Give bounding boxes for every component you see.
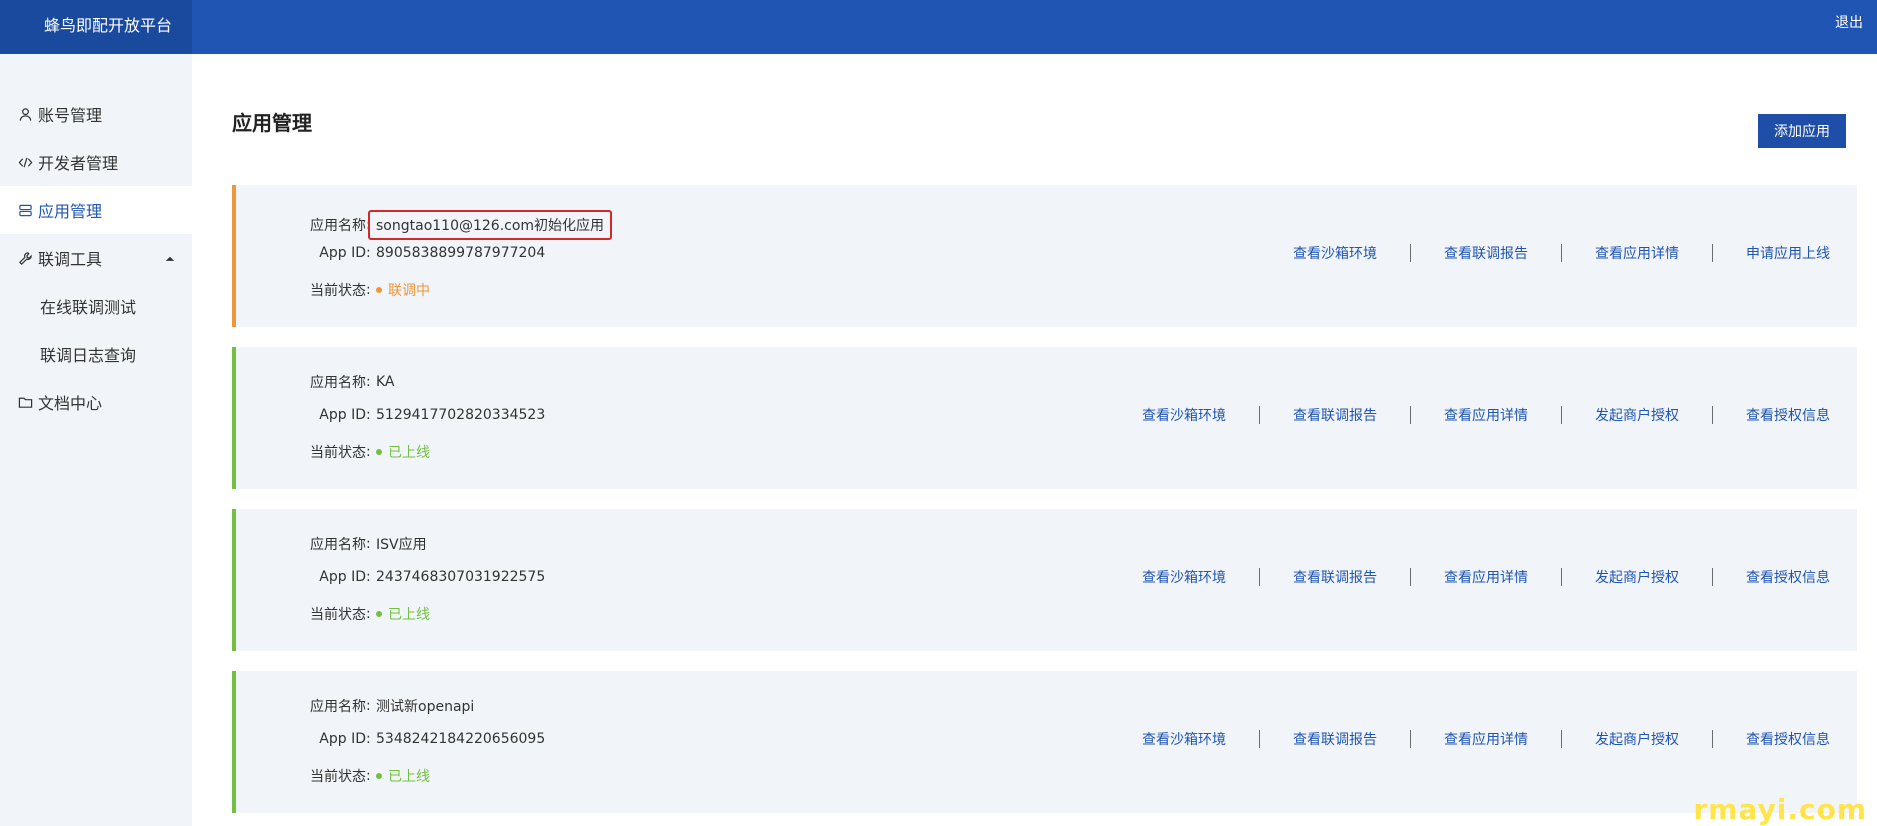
status-badge: 已上线 — [376, 442, 430, 462]
app-name-label: 应用名称 — [310, 537, 366, 553]
app-card: 应用名称 : 测试新openapi App ID : 5348242184220… — [232, 671, 1857, 813]
apply-app-online-link[interactable]: 申请应用上线 — [1713, 243, 1830, 263]
merchant-auth-link[interactable]: 发起商户授权 — [1562, 729, 1712, 749]
brand-title: 蜂鸟即配开放平台 — [0, 0, 192, 54]
watermark: rmayi.com — [1693, 793, 1867, 826]
status-dot-icon — [376, 611, 382, 617]
merchant-auth-link[interactable]: 发起商户授权 — [1562, 405, 1712, 425]
colon: : — [366, 731, 371, 747]
wrench-icon — [16, 249, 34, 267]
app-name-label: 应用名称 — [310, 699, 366, 715]
app-card: 应用名称 : songtao110@126.com初始化应用 App ID : … — [232, 185, 1857, 327]
app-id-label: App ID — [319, 731, 366, 747]
sidebar-item-apps[interactable]: 应用管理 — [0, 186, 192, 234]
view-app-details-link[interactable]: 查看应用详情 — [1562, 243, 1712, 263]
status-badge: 联调中 — [376, 280, 430, 300]
app-id-value: 8905838899787977204 — [376, 245, 546, 261]
app-actions: 查看沙箱环境 查看联调报告 查看应用详情 发起商户授权 查看授权信息 — [1109, 567, 1830, 587]
status-label: 当前状态 — [310, 607, 366, 623]
status-text: 已上线 — [388, 769, 430, 785]
app-name-value: songtao110@126.com初始化应用 — [368, 210, 613, 240]
colon: : — [366, 569, 371, 585]
status-text: 已上线 — [388, 607, 430, 623]
app-actions: 查看沙箱环境 查看联调报告 查看应用详情 申请应用上线 — [1260, 243, 1830, 263]
view-sandbox-link[interactable]: 查看沙箱环境 — [1109, 729, 1259, 749]
status-label: 当前状态 — [310, 283, 366, 299]
colon: : — [366, 245, 371, 261]
colon: : — [366, 374, 371, 390]
sidebar-item-account[interactable]: 账号管理 — [0, 90, 192, 138]
sidebar-item-label: 文档中心 — [38, 394, 103, 413]
colon: : — [366, 698, 371, 714]
code-icon — [16, 153, 34, 171]
status-text: 联调中 — [388, 283, 430, 299]
app-name-label: 应用名称 — [310, 375, 366, 391]
sidebar-item-developer[interactable]: 开发者管理 — [0, 138, 192, 186]
view-sandbox-link[interactable]: 查看沙箱环境 — [1109, 405, 1259, 425]
status-text: 已上线 — [388, 445, 430, 461]
app-id-value: 5129417702820334523 — [376, 407, 546, 423]
sidebar-item-label: 在线联调测试 — [40, 298, 137, 317]
main-content: 应用管理 添加应用 应用名称 : songtao110@126.com初始化应用… — [192, 54, 1877, 826]
view-auth-info-link[interactable]: 查看授权信息 — [1713, 729, 1830, 749]
folder-icon — [16, 393, 34, 411]
sidebar-item-label: 开发者管理 — [38, 154, 119, 173]
view-sandbox-link[interactable]: 查看沙箱环境 — [1260, 243, 1410, 263]
sidebar-item-label: 联调日志查询 — [40, 346, 137, 365]
view-debug-report-link[interactable]: 查看联调报告 — [1260, 729, 1410, 749]
app-card: 应用名称 : ISV应用 App ID : 243746830703192257… — [232, 509, 1857, 651]
chevron-up-icon[interactable] — [164, 252, 176, 264]
colon: : — [366, 444, 371, 460]
sidebar-item-debug-logs[interactable]: 联调日志查询 — [0, 330, 192, 378]
sidebar-item-label: 账号管理 — [38, 106, 103, 125]
view-debug-report-link[interactable]: 查看联调报告 — [1260, 567, 1410, 587]
colon: : — [366, 606, 371, 622]
app-name-value: 测试新openapi — [376, 699, 475, 715]
app-id-value: 2437468307031922575 — [376, 569, 546, 585]
logout-link[interactable]: 退出 — [1835, 12, 1863, 32]
page-title: 应用管理 — [232, 111, 312, 135]
view-app-details-link[interactable]: 查看应用详情 — [1411, 405, 1561, 425]
app-id-value: 5348242184220656095 — [376, 731, 546, 747]
status-badge: 已上线 — [376, 604, 430, 624]
sidebar-item-label: 联调工具 — [38, 250, 103, 269]
status-dot-icon — [376, 287, 382, 293]
status-dot-icon — [376, 449, 382, 455]
app-name-value: KA — [376, 374, 395, 390]
view-auth-info-link[interactable]: 查看授权信息 — [1713, 405, 1830, 425]
view-debug-report-link[interactable]: 查看联调报告 — [1411, 243, 1561, 263]
status-dot-icon — [376, 773, 382, 779]
sidebar-item-debug-tools[interactable]: 联调工具 — [0, 234, 192, 282]
sidebar-item-docs[interactable]: 文档中心 — [0, 378, 192, 426]
sidebar-item-label: 应用管理 — [38, 202, 103, 221]
status-label: 当前状态 — [310, 769, 366, 785]
app-name-label: 应用名称 — [310, 218, 366, 234]
app-id-label: App ID — [319, 407, 366, 423]
merchant-auth-link[interactable]: 发起商户授权 — [1562, 567, 1712, 587]
view-debug-report-link[interactable]: 查看联调报告 — [1260, 405, 1410, 425]
sidebar: 账号管理 开发者管理 应用管理 联调工具 在线联调测试 联调日志查询 文档中心 — [0, 54, 192, 826]
app-id-label: App ID — [319, 245, 366, 261]
add-app-button[interactable]: 添加应用 — [1758, 114, 1846, 148]
app-name-value: ISV应用 — [376, 537, 427, 553]
view-auth-info-link[interactable]: 查看授权信息 — [1713, 567, 1830, 587]
user-icon — [16, 105, 34, 123]
app-card: 应用名称 : KA App ID : 5129417702820334523 当… — [232, 347, 1857, 489]
app-id-label: App ID — [319, 569, 366, 585]
server-icon — [16, 201, 34, 219]
colon: : — [366, 407, 371, 423]
status-label: 当前状态 — [310, 445, 366, 461]
colon: : — [366, 282, 371, 298]
colon: : — [366, 768, 371, 784]
colon: : — [366, 536, 371, 552]
view-app-details-link[interactable]: 查看应用详情 — [1411, 729, 1561, 749]
view-sandbox-link[interactable]: 查看沙箱环境 — [1109, 567, 1259, 587]
top-bar: 蜂鸟即配开放平台 退出 — [0, 0, 1877, 54]
app-actions: 查看沙箱环境 查看联调报告 查看应用详情 发起商户授权 查看授权信息 — [1109, 729, 1830, 749]
status-badge: 已上线 — [376, 766, 430, 786]
view-app-details-link[interactable]: 查看应用详情 — [1411, 567, 1561, 587]
sidebar-item-online-debug[interactable]: 在线联调测试 — [0, 282, 192, 330]
app-actions: 查看沙箱环境 查看联调报告 查看应用详情 发起商户授权 查看授权信息 — [1109, 405, 1830, 425]
